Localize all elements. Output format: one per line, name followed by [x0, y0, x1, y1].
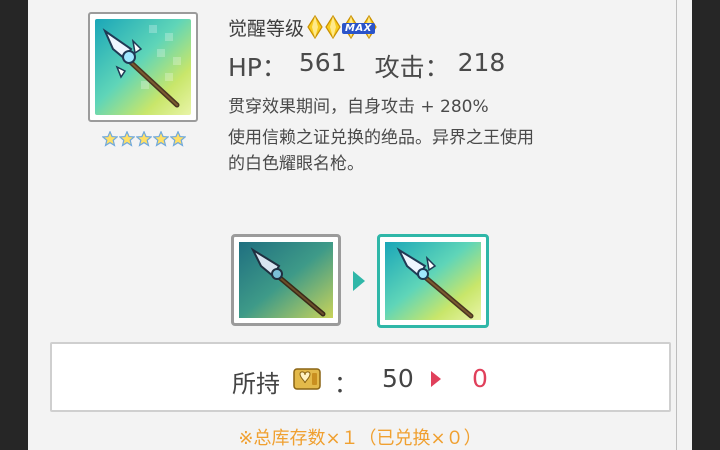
spear-icon	[95, 19, 191, 115]
crystal-icon	[307, 15, 323, 39]
desc-line-1: 使用信赖之证兑换的绝品。异界之王使用	[228, 128, 534, 148]
holding-box: 所持 ： 50 0	[50, 342, 671, 412]
holding-current: 50	[382, 364, 414, 393]
spear-awakened-icon	[385, 242, 481, 320]
star-icon	[136, 131, 152, 147]
holding-colon: ：	[334, 370, 358, 398]
stock-footnote: ※总库存数×１（已兑换×０）	[238, 428, 482, 449]
atk-value: 218	[457, 48, 506, 77]
left-letterbox	[0, 0, 28, 450]
spear-base-icon	[239, 242, 333, 318]
crystal-icon	[325, 15, 341, 39]
item-info: 觉醒等级 MAX HP： 561 攻击： 218 贯穿效果期间，自身攻击 + 2…	[228, 12, 505, 117]
panel-edge-line	[676, 0, 677, 450]
item-description: 使用信赖之证兑换的绝品。异界之王使用 的白色耀眼名枪。	[228, 125, 648, 177]
upgrade-to-card	[377, 234, 489, 328]
arrow-right-icon	[353, 271, 365, 291]
star-icon	[170, 131, 186, 147]
trust-token-icon	[293, 368, 321, 390]
stats-row: HP： 561 攻击： 218	[228, 48, 505, 84]
upgrade-from-card	[231, 234, 341, 326]
holding-after: 0	[472, 364, 488, 393]
holding-label: 所持	[232, 370, 280, 398]
star-icon	[102, 131, 118, 147]
max-badge: MAX	[342, 23, 375, 34]
star-icon	[153, 131, 169, 147]
desc-line-2: 的白色耀眼名枪。	[228, 154, 364, 174]
hp-label: HP：	[228, 53, 287, 82]
awaken-row: 觉醒等级 MAX	[228, 12, 505, 42]
hp-value: 561	[298, 48, 347, 77]
arrow-right-red-icon	[431, 371, 441, 387]
awaken-crystals: MAX	[306, 15, 378, 39]
star-icon	[119, 131, 135, 147]
atk-label: 攻击：	[374, 53, 450, 82]
effect-text: 贯穿效果期间，自身攻击 + 280%	[228, 97, 489, 117]
item-card[interactable]	[88, 12, 198, 122]
awaken-label: 觉醒等级	[228, 17, 305, 40]
right-letterbox	[692, 0, 720, 450]
rarity-stars	[102, 131, 186, 147]
